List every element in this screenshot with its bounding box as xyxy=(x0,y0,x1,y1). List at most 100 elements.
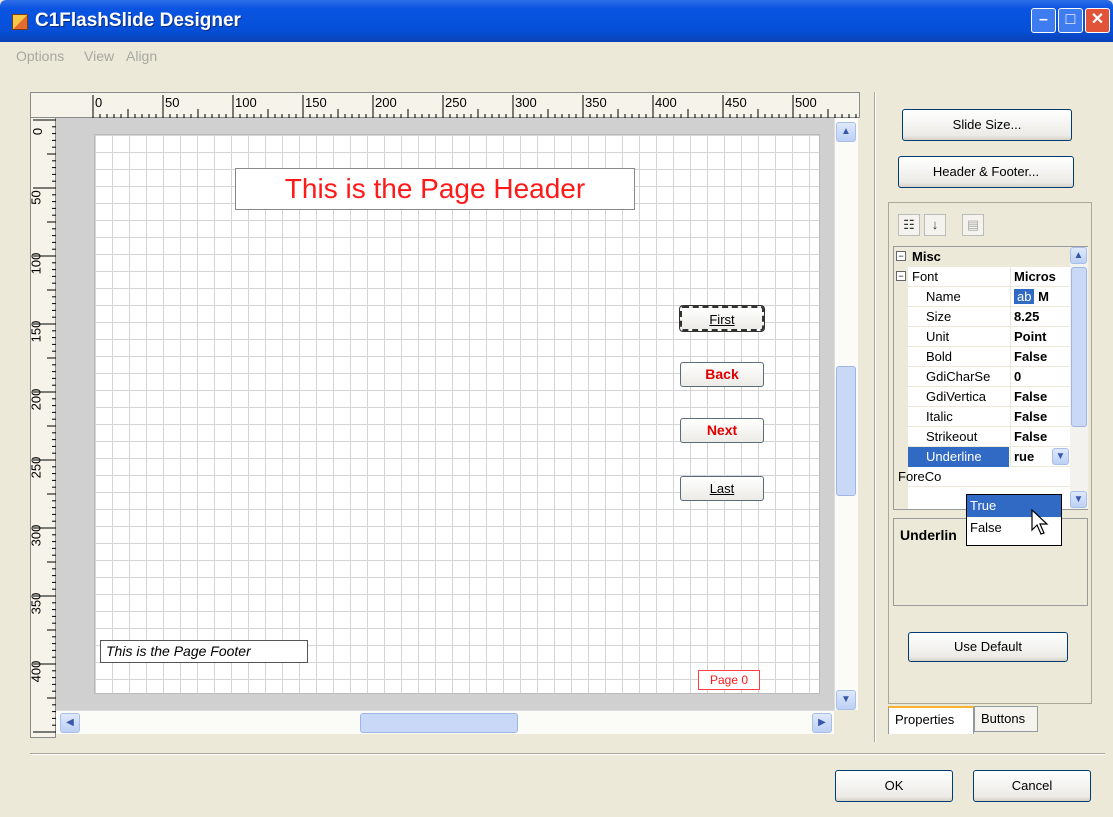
ruler-h-label: 0 xyxy=(95,95,103,110)
property-row-name[interactable]: Name ab M xyxy=(894,287,1070,307)
property-row-gdicharset[interactable]: GdiCharSe 0 xyxy=(894,367,1070,387)
property-name: Name xyxy=(926,289,961,304)
ruler-h-label: 100 xyxy=(235,95,257,110)
scroll-down-icon[interactable]: ▼ xyxy=(1070,491,1087,508)
property-row-size[interactable]: Size 8.25 xyxy=(894,307,1070,327)
vertical-scroll-thumb[interactable] xyxy=(836,366,856,496)
property-row-italic[interactable]: Italic False xyxy=(894,407,1070,427)
font-swatch: ab xyxy=(1014,289,1035,304)
page-number-label[interactable]: Page 0 xyxy=(698,670,760,690)
back-button[interactable]: Back xyxy=(680,362,764,387)
property-value[interactable]: Micros xyxy=(1010,267,1070,287)
category-row-misc[interactable]: − Misc xyxy=(894,247,1070,267)
app-icon xyxy=(12,14,28,30)
property-name: Underline xyxy=(908,447,1009,467)
property-value[interactable]: ab M xyxy=(1010,287,1070,307)
property-name: GdiCharSe xyxy=(926,369,991,384)
page-header-label[interactable]: This is the Page Header xyxy=(235,168,635,210)
property-value[interactable]: rue xyxy=(1010,447,1054,467)
scroll-corner xyxy=(834,710,858,734)
collapse-icon[interactable]: − xyxy=(896,271,906,281)
property-name: Strikeout xyxy=(926,429,978,444)
vertical-ruler: 0 50 100 150 200 250 300 350 400 xyxy=(28,118,57,738)
property-row-font[interactable]: − Font Micros xyxy=(894,267,1070,287)
ruler-h-label: 200 xyxy=(375,95,397,110)
slide-size-button[interactable]: Slide Size... xyxy=(902,109,1072,141)
property-name: Font xyxy=(912,269,939,284)
ok-button[interactable]: OK xyxy=(835,770,953,802)
property-value[interactable]: False xyxy=(1010,347,1070,367)
vertical-separator xyxy=(874,92,876,742)
property-row-underline[interactable]: Underline rue ▼ xyxy=(894,447,1070,467)
scroll-up-icon[interactable]: ▲ xyxy=(836,122,856,142)
minimize-button[interactable]: – xyxy=(1031,8,1056,33)
grid-scroll-thumb[interactable] xyxy=(1071,267,1087,427)
page-footer-label[interactable]: This is the Page Footer xyxy=(100,640,308,663)
collapse-icon[interactable]: − xyxy=(896,251,906,261)
property-name: Unit xyxy=(926,329,950,344)
property-row-gdivertical[interactable]: GdiVertica False xyxy=(894,387,1070,407)
property-grid[interactable]: − Misc − Font Micros Name ab M Size 8.25… xyxy=(893,246,1088,510)
property-name: Size xyxy=(926,309,952,324)
ruler-v-label: 0 xyxy=(30,127,46,136)
tab-properties[interactable]: Properties xyxy=(888,706,974,734)
property-row-strikeout[interactable]: Strikeout False xyxy=(894,427,1070,447)
property-value[interactable]: 0 xyxy=(1010,367,1070,387)
scroll-up-icon[interactable]: ▲ xyxy=(1070,247,1087,264)
close-button[interactable]: ✕ xyxy=(1085,8,1110,33)
ruler-ticks xyxy=(33,119,57,733)
scroll-right-icon[interactable]: ▶ xyxy=(812,713,832,733)
tab-buttons[interactable]: Buttons xyxy=(974,706,1038,732)
menu-options[interactable]: Options xyxy=(16,48,64,64)
property-value[interactable]: False xyxy=(1010,407,1070,427)
menu-bar: Options View Align xyxy=(0,42,1113,72)
cancel-button[interactable]: Cancel xyxy=(973,770,1091,802)
scroll-down-icon[interactable]: ▼ xyxy=(836,690,856,710)
menu-view[interactable]: View xyxy=(84,48,114,64)
horizontal-ruler: 0 50 100 150 200 250 300 350 400 450 500 xyxy=(30,92,860,119)
ruler-h-label: 500 xyxy=(795,95,817,110)
horizontal-separator xyxy=(30,753,1105,755)
scroll-left-icon[interactable]: ◀ xyxy=(60,713,80,733)
header-footer-button[interactable]: Header & Footer... xyxy=(898,156,1074,188)
property-pages-icon[interactable]: ▤ xyxy=(962,214,984,236)
ruler-h-label: 400 xyxy=(655,95,677,110)
use-default-button[interactable]: Use Default xyxy=(908,632,1068,662)
ruler-v-label: 100 xyxy=(28,252,44,275)
categorized-icon[interactable]: ☷ xyxy=(898,214,920,236)
grid-scrollbar[interactable]: ▲ ▼ xyxy=(1070,247,1088,509)
ruler-v-label: 200 xyxy=(28,388,44,411)
slide-page[interactable] xyxy=(94,134,820,694)
title-bar: C1FlashSlide Designer – □ ✕ xyxy=(0,0,1113,42)
property-value[interactable]: Point xyxy=(1010,327,1070,347)
mouse-cursor-icon xyxy=(1031,508,1049,535)
ruler-h-label: 450 xyxy=(725,95,747,110)
property-name: Bold xyxy=(926,349,953,364)
dropdown-arrow-icon[interactable]: ▼ xyxy=(1052,448,1069,465)
property-name: ForeCo xyxy=(898,469,942,484)
first-button[interactable]: First xyxy=(679,305,765,332)
property-row-forecolor[interactable]: ForeCo xyxy=(894,467,1070,487)
property-value[interactable]: False xyxy=(1010,387,1070,407)
property-row-unit[interactable]: Unit Point xyxy=(894,327,1070,347)
ruler-v-label: 350 xyxy=(28,592,44,615)
ruler-h-label: 350 xyxy=(585,95,607,110)
ruler-h-label: 250 xyxy=(445,95,467,110)
ruler-v-label: 300 xyxy=(28,524,44,547)
property-value[interactable]: 8.25 xyxy=(1010,307,1070,327)
property-row-bold[interactable]: Bold False xyxy=(894,347,1070,367)
ruler-h-label: 300 xyxy=(515,95,537,110)
ruler-v-label: 50 xyxy=(28,190,44,205)
maximize-button[interactable]: □ xyxy=(1058,8,1083,33)
ruler-v-label: 400 xyxy=(28,660,44,683)
ruler-v-label: 250 xyxy=(28,456,44,479)
property-value[interactable]: False xyxy=(1010,427,1070,447)
horizontal-scroll-thumb[interactable] xyxy=(360,713,518,733)
menu-align[interactable]: Align xyxy=(126,48,157,64)
font-name-value: M xyxy=(1038,289,1049,304)
window-title: C1FlashSlide Designer xyxy=(35,10,241,31)
last-button[interactable]: Last xyxy=(680,476,764,501)
alphabetical-icon[interactable]: ↓ xyxy=(924,214,946,236)
next-button[interactable]: Next xyxy=(680,418,764,443)
ruler-h-label: 50 xyxy=(165,95,180,110)
